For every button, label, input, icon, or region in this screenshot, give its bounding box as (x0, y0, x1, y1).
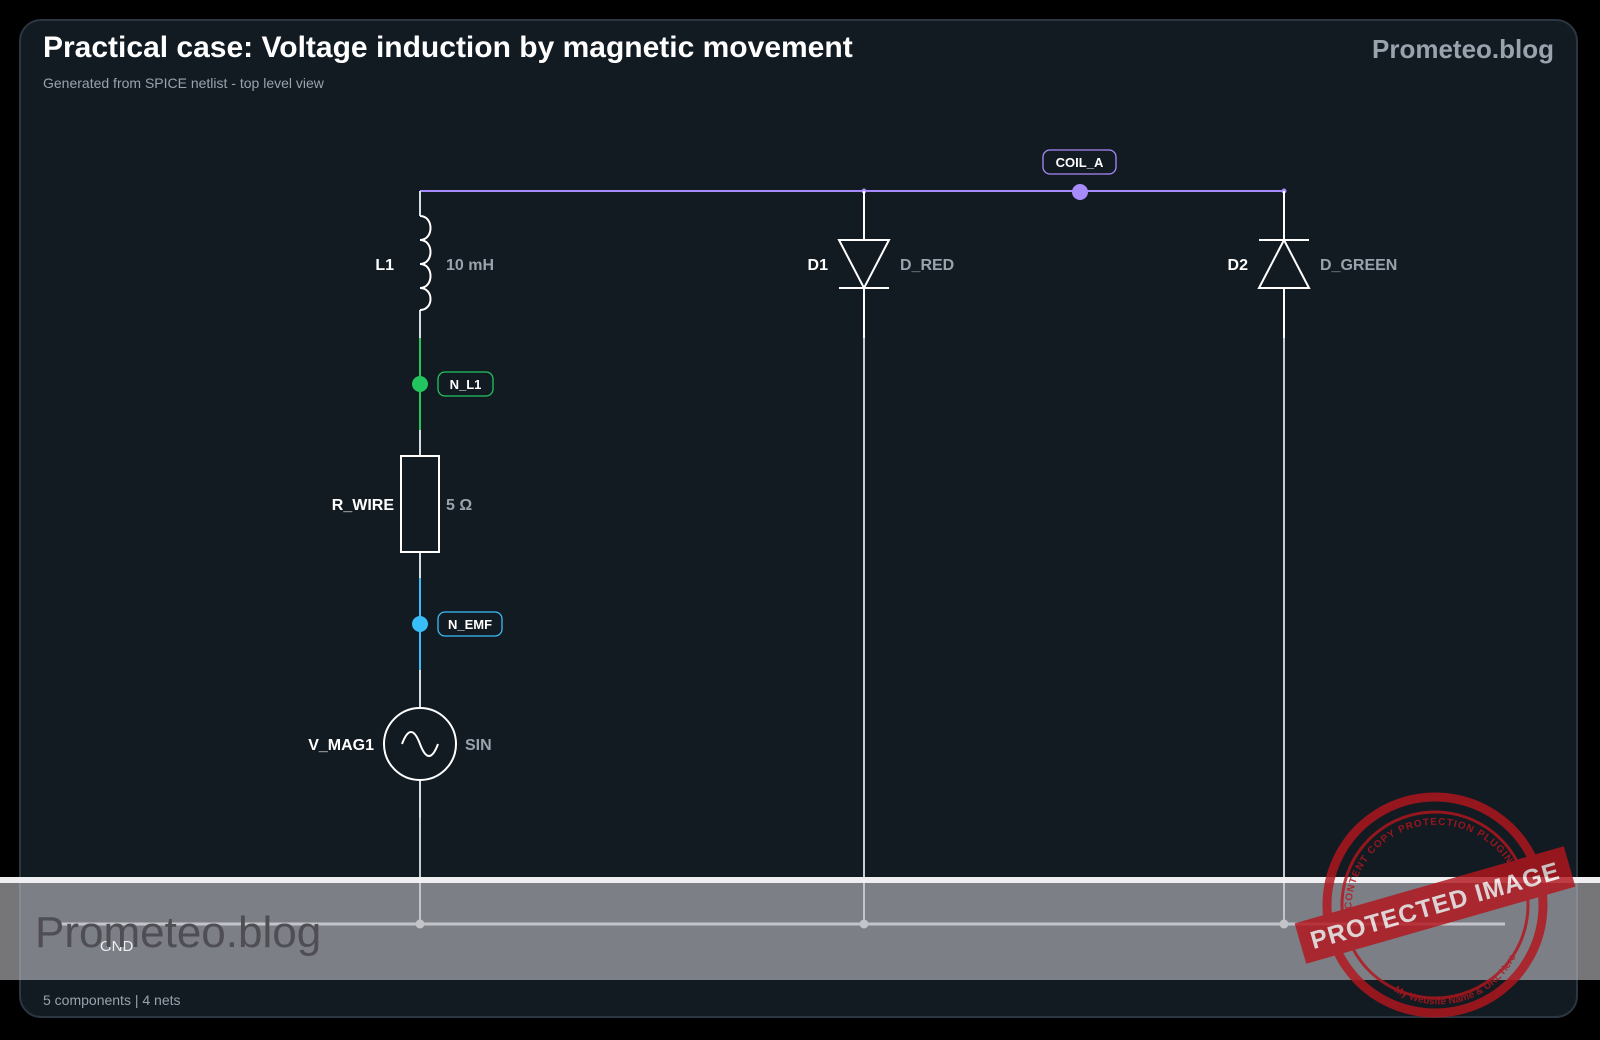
sine-wave-icon (401, 731, 439, 757)
net-gnd (60, 338, 1505, 926)
v-mag1-ref: V_MAG1 (308, 737, 374, 754)
net-n-emf-node (412, 616, 428, 632)
protected-stamp-icon: CONTENT COPY PROTECTION PLUGIN My Websit… (1294, 792, 1576, 1022)
d2-value: D_GREEN (1320, 257, 1397, 274)
inductor-l1: L1 10 mH (375, 215, 494, 311)
ac-source-v-mag1: V_MAG1 SIN (308, 707, 492, 781)
net-coil-a-label: COIL_A (1056, 155, 1104, 170)
d2-ref: D2 (1228, 257, 1249, 274)
net-coil-a-node (1072, 184, 1088, 200)
net-coil-a-tag: COIL_A (1042, 149, 1117, 175)
v-mag1-value: SIN (465, 737, 492, 754)
d1-ref: D1 (808, 257, 829, 274)
net-n-emf-label: N_EMF (448, 617, 492, 632)
d1-value: D_RED (900, 257, 954, 274)
r-wire-value: 5 Ω (446, 497, 472, 514)
net-n-l1-node (412, 376, 428, 392)
r-wire-ref: R_WIRE (332, 497, 395, 514)
diode-d2 (1257, 191, 1311, 338)
net-n-emf-tag: N_EMF (437, 611, 503, 637)
l1-ref: L1 (375, 257, 394, 274)
net-n-l1-tag: N_L1 (437, 371, 494, 397)
l1-value: 10 mH (446, 257, 494, 274)
diode-d1 (837, 191, 891, 338)
resistor-r-wire: R_WIRE 5 Ω (332, 455, 472, 553)
watermark-text: Prometeo.blog (35, 908, 322, 957)
net-n-l1-label: N_L1 (450, 377, 482, 392)
